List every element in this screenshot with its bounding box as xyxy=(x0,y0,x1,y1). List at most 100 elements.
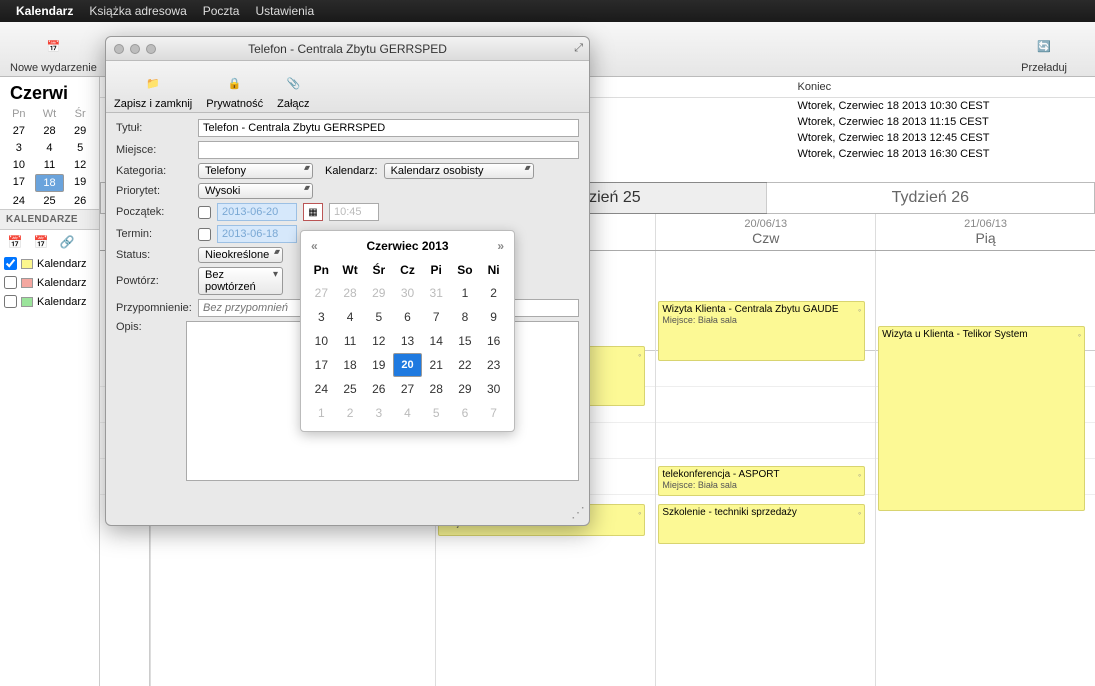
dp-day[interactable]: 10 xyxy=(307,329,336,353)
mini-day[interactable]: 25 xyxy=(35,193,65,209)
dp-day[interactable]: 26 xyxy=(364,377,393,401)
dp-day[interactable]: 22 xyxy=(451,353,480,377)
dp-day[interactable]: 6 xyxy=(393,305,422,329)
menu-poczta[interactable]: Poczta xyxy=(195,4,248,18)
mini-day[interactable]: 24 xyxy=(4,193,34,209)
attach-button[interactable]: 📎 Załącz xyxy=(277,70,309,110)
calendar-checkbox[interactable] xyxy=(4,276,17,289)
day-header[interactable]: 20/06/13 Czw xyxy=(655,214,875,250)
mini-day[interactable]: 27 xyxy=(4,123,34,139)
dp-day[interactable]: 3 xyxy=(307,305,336,329)
mini-day[interactable]: 19 xyxy=(65,174,95,192)
dp-day[interactable]: 15 xyxy=(451,329,480,353)
dp-day[interactable]: 21 xyxy=(422,353,451,377)
calendar-checkbox[interactable] xyxy=(4,257,17,270)
dp-day[interactable]: 25 xyxy=(336,377,365,401)
calendar-list-item[interactable]: Kalendarz xyxy=(0,273,99,292)
status-select[interactable]: Nieokreślone xyxy=(198,247,283,263)
dp-day[interactable]: 16 xyxy=(479,329,508,353)
day-column-2[interactable]: Wizyta u Klienta - Telikor System◦ xyxy=(875,251,1095,686)
dp-day[interactable]: 11 xyxy=(336,329,365,353)
dp-day[interactable]: 6 xyxy=(451,401,480,425)
dp-day[interactable]: 8 xyxy=(451,305,480,329)
mini-day[interactable]: 4 xyxy=(35,140,65,156)
dp-day[interactable]: 29 xyxy=(364,281,393,305)
dp-day[interactable]: 7 xyxy=(479,401,508,425)
dp-day[interactable]: 4 xyxy=(336,305,365,329)
calendar-icon[interactable]: ▦ xyxy=(303,203,323,221)
end-date-input[interactable] xyxy=(217,225,297,243)
dp-day[interactable]: 30 xyxy=(393,281,422,305)
new-event-button[interactable]: 📅 Nowe wydarzenie xyxy=(10,32,97,74)
mini-day[interactable]: 11 xyxy=(35,157,65,173)
start-date-input[interactable] xyxy=(217,203,297,221)
mini-day[interactable]: 12 xyxy=(65,157,95,173)
dp-day[interactable]: 19 xyxy=(364,353,393,377)
dp-day[interactable]: 2 xyxy=(479,281,508,305)
dp-day[interactable]: 31 xyxy=(422,281,451,305)
cal-tool-icon[interactable]: 📅 xyxy=(32,234,50,250)
mini-day[interactable]: 5 xyxy=(65,140,95,156)
cal-tool-icon[interactable]: 🔗 xyxy=(58,234,76,250)
calendar-checkbox[interactable] xyxy=(4,295,17,308)
calendar-event[interactable]: telekonferencja - ASPORTMiejsce: Biała s… xyxy=(658,466,865,496)
category-select[interactable]: Telefony xyxy=(198,163,313,179)
dp-day[interactable]: 23 xyxy=(479,353,508,377)
mini-day[interactable]: 17 xyxy=(4,174,34,192)
dp-day[interactable]: 28 xyxy=(422,377,451,401)
dp-day[interactable]: 14 xyxy=(422,329,451,353)
dp-day[interactable]: 17 xyxy=(307,353,336,377)
cal-tool-icon[interactable]: 📅 xyxy=(6,234,24,250)
dp-day[interactable]: 27 xyxy=(307,281,336,305)
dialog-titlebar[interactable]: Telefon - Centrala Zbytu GERRSPED ⤢ xyxy=(106,37,589,61)
resize-handle-icon[interactable]: ⋰ xyxy=(571,504,585,521)
prev-month-icon[interactable]: « xyxy=(311,239,318,253)
day-header[interactable]: 21/06/13 Pią xyxy=(875,214,1095,250)
week-tab-26[interactable]: Tydzień 26 xyxy=(766,183,1094,213)
mini-day[interactable]: 10 xyxy=(4,157,34,173)
calendar-list-item[interactable]: Kalendarz xyxy=(0,292,99,311)
dp-day[interactable]: 30 xyxy=(479,377,508,401)
menu-ustawienia[interactable]: Ustawienia xyxy=(247,4,322,18)
dp-day[interactable]: 4 xyxy=(393,401,422,425)
dp-day[interactable]: 13 xyxy=(393,329,422,353)
start-time-input[interactable] xyxy=(329,203,379,221)
mini-day-selected[interactable]: 18 xyxy=(35,174,65,192)
mini-day[interactable]: 26 xyxy=(65,193,95,209)
dp-day[interactable]: 1 xyxy=(451,281,480,305)
calendar-event[interactable]: Szkolenie - techniki sprzedaży◦ xyxy=(658,504,865,544)
start-checkbox[interactable] xyxy=(198,206,211,219)
dp-day[interactable]: 18 xyxy=(336,353,365,377)
reload-button[interactable]: 🔄 Przeładuj xyxy=(1021,32,1067,74)
dp-day[interactable]: 1 xyxy=(307,401,336,425)
end-checkbox[interactable] xyxy=(198,228,211,241)
mini-day[interactable]: 28 xyxy=(35,123,65,139)
dp-day[interactable]: 28 xyxy=(336,281,365,305)
next-month-icon[interactable]: » xyxy=(497,239,504,253)
dp-day[interactable]: 5 xyxy=(422,401,451,425)
mini-day[interactable]: 3 xyxy=(4,140,34,156)
mini-day[interactable]: 29 xyxy=(65,123,95,139)
dp-day[interactable]: 27 xyxy=(393,377,422,401)
dp-day[interactable]: 2 xyxy=(336,401,365,425)
dp-day[interactable]: 24 xyxy=(307,377,336,401)
day-column-1[interactable]: Wizyta Klienta - Centrala Zbytu GAUDEMie… xyxy=(655,251,875,686)
dp-day[interactable]: 29 xyxy=(451,377,480,401)
dp-day[interactable]: 9 xyxy=(479,305,508,329)
dp-day[interactable]: 7 xyxy=(422,305,451,329)
repeat-select[interactable]: Bez powtórzeń xyxy=(198,267,283,295)
save-close-button[interactable]: 📁 Zapisz i zamknij xyxy=(114,70,192,110)
calendar-event[interactable]: Wizyta u Klienta - Telikor System◦ xyxy=(878,326,1085,511)
expand-icon[interactable]: ⤢ xyxy=(574,42,583,55)
menu-ksiazka[interactable]: Książka adresowa xyxy=(81,4,194,18)
dp-day[interactable]: 20 xyxy=(393,353,422,377)
calendar-list-item[interactable]: Kalendarz xyxy=(0,254,99,273)
location-input[interactable] xyxy=(198,141,579,159)
priority-select[interactable]: Wysoki xyxy=(198,183,313,199)
menu-kalendarz[interactable]: Kalendarz xyxy=(8,4,81,18)
dp-day[interactable]: 12 xyxy=(364,329,393,353)
calendar-select[interactable]: Kalendarz osobisty xyxy=(384,163,534,179)
privacy-button[interactable]: 🔒 Prywatność xyxy=(206,70,263,110)
dp-day[interactable]: 5 xyxy=(364,305,393,329)
title-input[interactable] xyxy=(198,119,579,137)
